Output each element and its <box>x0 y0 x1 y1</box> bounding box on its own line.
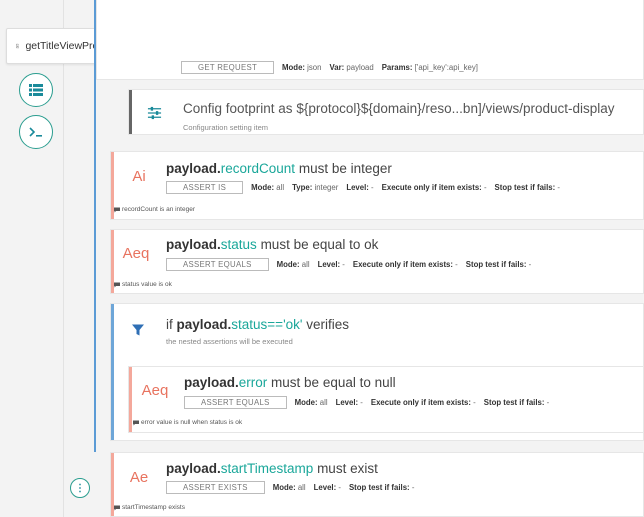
comment-icon <box>114 505 120 510</box>
assert-equals-icon: Aeq <box>122 244 150 262</box>
assert-equals-error-title: payload.error must be equal to null <box>184 375 396 390</box>
kebab-icon: ⋮ <box>75 482 85 494</box>
more-options-button[interactable]: ⋮ <box>70 478 90 498</box>
assert-exists-comment: startTimestamp exists <box>114 504 185 511</box>
list-icon <box>29 84 43 96</box>
type-tag: ASSERT EQUALS <box>166 258 269 271</box>
assert-exists-title: payload.startTimestamp must exist <box>166 461 378 476</box>
terminal-icon <box>29 127 42 137</box>
if-subtitle: the nested assertions will be executed <box>166 337 293 346</box>
list-view-button[interactable] <box>19 73 53 107</box>
comment-icon <box>114 282 120 287</box>
assert-exists-icon: Ae <box>129 468 149 486</box>
config-title: Config footprint as ${protocol}${domain}… <box>183 101 615 116</box>
config-item[interactable]: Config footprint as ${protocol}${domain}… <box>128 89 644 135</box>
get-request-meta: GET REQUEST Mode: json Var: payload Para… <box>181 61 478 74</box>
config-subtitle: Configuration setting item <box>183 123 269 132</box>
sliders-icon <box>143 103 165 123</box>
type-tag: ASSERT EXISTS <box>166 481 265 494</box>
document-icon <box>16 43 20 49</box>
type-tag: ASSERT IS <box>166 181 244 194</box>
assert-is-icon: Ai <box>132 167 146 185</box>
assert-is-item[interactable]: Ai payload.recordCount must be integer A… <box>110 151 644 220</box>
filter-icon <box>127 320 149 340</box>
assert-equals-error-meta: ASSERT EQUALS Mode: all Level: - Execute… <box>184 396 549 409</box>
get-request-item[interactable]: GET REQUEST Mode: json Var: payload Para… <box>96 0 644 80</box>
left-sidebar <box>0 0 64 517</box>
if-title: if payload.status=='ok' verifies <box>166 317 350 332</box>
assert-equals-status-item[interactable]: Aeq payload.status must be equal to ok A… <box>110 229 644 294</box>
assert-equals-status-title: payload.status must be equal to ok <box>166 237 379 252</box>
assert-equals-status-comment: status value is ok <box>114 281 172 288</box>
type-tag: GET REQUEST <box>181 61 275 74</box>
comment-icon <box>133 420 139 425</box>
assert-is-meta: ASSERT IS Mode: all Type: integer Level:… <box>166 181 560 194</box>
assert-equals-status-meta: ASSERT EQUALS Mode: all Level: - Execute… <box>166 258 531 271</box>
type-tag: ASSERT EQUALS <box>184 396 287 409</box>
assert-is-title: payload.recordCount must be integer <box>166 161 392 176</box>
assert-equals-error-item[interactable]: Aeq payload.error must be equal to null … <box>128 366 644 433</box>
assert-is-comment: recordCount is an integer <box>114 206 195 213</box>
console-button[interactable] <box>19 115 53 149</box>
assert-equals-icon: Aeq <box>141 381 169 399</box>
assert-exists-meta: ASSERT EXISTS Mode: all Level: - Stop te… <box>166 481 414 494</box>
if-stripe <box>111 304 114 440</box>
comment-icon <box>114 207 120 212</box>
assert-equals-error-comment: error value is null when status is ok <box>133 419 242 426</box>
config-stripe <box>129 90 132 134</box>
assert-exists-item[interactable]: Ae payload.startTimestamp must exist ASS… <box>110 452 644 517</box>
